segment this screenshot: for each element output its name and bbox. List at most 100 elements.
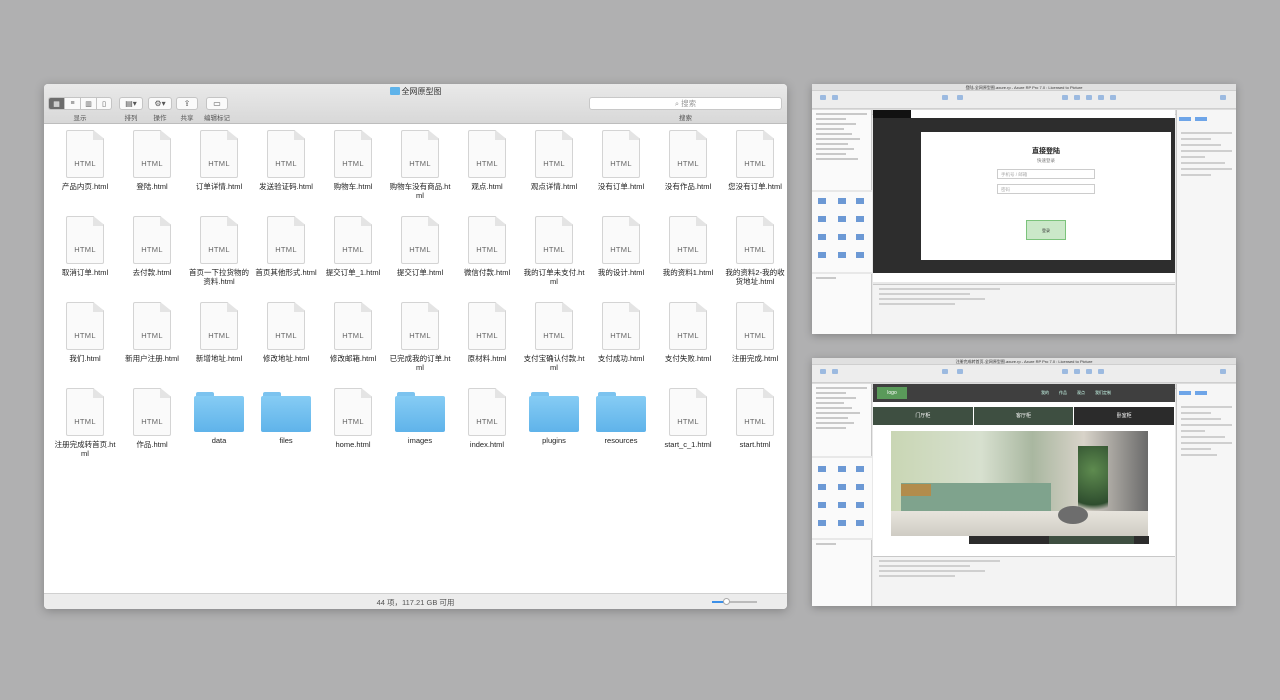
file-item[interactable]: HTML 提交订单_1.html <box>320 216 386 277</box>
file-item[interactable]: HTML 观点.html <box>454 130 520 191</box>
html-file-icon[interactable]: HTML <box>468 216 506 264</box>
file-item[interactable]: HTML 去付款.html <box>119 216 185 277</box>
file-item[interactable]: HTML 我的资料2-我的收货地址.html <box>722 216 787 286</box>
html-file-icon[interactable]: HTML <box>602 130 640 178</box>
file-item[interactable]: HTML 购物车没有商品.html <box>387 130 453 200</box>
file-item[interactable]: HTML home.html <box>320 388 386 449</box>
html-file-icon[interactable]: HTML <box>267 216 305 264</box>
html-file-icon[interactable]: HTML <box>602 216 640 264</box>
html-file-icon[interactable]: HTML <box>401 302 439 350</box>
arrange-icon[interactable]: ▤▾ <box>119 97 143 110</box>
folder-icon[interactable] <box>529 392 579 432</box>
html-file-icon[interactable]: HTML <box>468 302 506 350</box>
toolbar-icon[interactable] <box>1086 95 1092 100</box>
toolbar-icon[interactable] <box>1062 369 1068 374</box>
html-file-icon[interactable]: HTML <box>535 302 573 350</box>
gear-icon[interactable]: ⚙▾ <box>148 97 172 110</box>
file-item[interactable]: HTML 新用户注册.html <box>119 302 185 363</box>
html-file-icon[interactable]: HTML <box>200 216 238 264</box>
file-item[interactable]: HTML 登陆.html <box>119 130 185 191</box>
toolbar-icon[interactable] <box>942 369 948 374</box>
toolbar-icon[interactable] <box>820 95 826 100</box>
file-item[interactable]: HTML 您没有订单.html <box>722 130 787 191</box>
tab-bedroom-cabinet[interactable]: 卧室柜 <box>1074 407 1175 425</box>
html-file-icon[interactable]: HTML <box>535 216 573 264</box>
toolbar-icon[interactable] <box>1098 95 1104 100</box>
folder-icon[interactable] <box>395 392 445 432</box>
file-item[interactable]: HTML 注册完成.html <box>722 302 787 363</box>
slider-knob[interactable] <box>722 598 730 605</box>
tag-icon[interactable]: ▭ <box>206 97 228 110</box>
file-item[interactable]: HTML 没有作品.html <box>655 130 721 191</box>
properties-panel[interactable] <box>1176 110 1236 334</box>
html-file-icon[interactable]: HTML <box>736 130 774 178</box>
file-item[interactable]: HTML 购物车.html <box>320 130 386 191</box>
file-item[interactable]: HTML 支付宝确认付款.html <box>521 302 587 372</box>
file-item[interactable]: HTML 提交订单.html <box>387 216 453 277</box>
html-file-icon[interactable]: HTML <box>535 130 573 178</box>
file-item[interactable]: HTML start.html <box>722 388 787 449</box>
html-file-icon[interactable]: HTML <box>66 216 104 264</box>
inspector-bottom-panel[interactable] <box>873 556 1175 606</box>
password-field[interactable]: 密码 <box>997 184 1095 194</box>
html-file-icon[interactable]: HTML <box>736 302 774 350</box>
file-item[interactable]: HTML 我的订单未支付.html <box>521 216 587 286</box>
inspector-bottom-panel[interactable] <box>873 284 1175 334</box>
html-file-icon[interactable]: HTML <box>334 388 372 436</box>
html-file-icon[interactable]: HTML <box>66 302 104 350</box>
toolbar-icon[interactable] <box>957 369 963 374</box>
nav-link[interactable]: 我们定制 <box>1095 390 1111 396</box>
file-item[interactable]: HTML 订单详情.html <box>186 130 252 191</box>
search-field[interactable]: ⌕ 搜索 搜索 <box>589 97 782 122</box>
folder-item[interactable]: images <box>387 388 453 445</box>
html-file-icon[interactable]: HTML <box>334 302 372 350</box>
properties-panel[interactable] <box>1176 384 1236 606</box>
file-item[interactable]: HTML 注册完成转首页.html <box>52 388 118 458</box>
html-file-icon[interactable]: HTML <box>66 130 104 178</box>
arrange-button[interactable]: ▤▾ 排列 <box>119 97 143 122</box>
widget-library-panel[interactable] <box>812 458 872 538</box>
html-file-icon[interactable]: HTML <box>401 130 439 178</box>
html-file-icon[interactable]: HTML <box>133 388 171 436</box>
folder-icon[interactable] <box>261 392 311 432</box>
folder-item[interactable]: data <box>186 388 252 445</box>
phone-field[interactable]: 手机号 / 邮箱 <box>997 169 1095 179</box>
masters-panel[interactable] <box>812 540 872 606</box>
toolbar-icon[interactable] <box>1110 95 1116 100</box>
html-file-icon[interactable]: HTML <box>602 302 640 350</box>
toolbar-icon[interactable] <box>1074 369 1080 374</box>
file-item[interactable]: HTML index.html <box>454 388 520 449</box>
file-item[interactable]: HTML 首页一下拉货物的资料.html <box>186 216 252 286</box>
html-file-icon[interactable]: HTML <box>267 302 305 350</box>
file-item[interactable]: HTML 支付成功.html <box>588 302 654 363</box>
toolbar-icon[interactable] <box>1098 369 1104 374</box>
file-item[interactable]: HTML 取消订单.html <box>52 216 118 277</box>
folder-item[interactable]: resources <box>588 388 654 445</box>
toolbar-icon[interactable] <box>1220 95 1226 100</box>
file-item[interactable]: HTML 我们.html <box>52 302 118 363</box>
file-item[interactable]: HTML 首页其他形式.html <box>253 216 319 277</box>
toolbar-icon[interactable] <box>1220 369 1226 374</box>
design-canvas[interactable]: 直接登陆 快速登录 手机号 / 邮箱 密码 登录 <box>873 110 1175 282</box>
tab-living-cabinet[interactable]: 客厅柜 <box>973 407 1074 425</box>
html-file-icon[interactable]: HTML <box>468 388 506 436</box>
toolbar-icon[interactable] <box>1062 95 1068 100</box>
html-file-icon[interactable]: HTML <box>200 302 238 350</box>
toolbar-icon[interactable] <box>1086 369 1092 374</box>
html-file-icon[interactable]: HTML <box>334 216 372 264</box>
icon-view-icon[interactable]: ▦ <box>48 97 64 110</box>
file-item[interactable]: HTML start_c_1.html <box>655 388 721 449</box>
html-file-icon[interactable]: HTML <box>669 130 707 178</box>
file-item[interactable]: HTML 观点详情.html <box>521 130 587 191</box>
widget-library-panel[interactable] <box>812 192 872 272</box>
toolbar-icon[interactable] <box>832 95 838 100</box>
html-file-icon[interactable]: HTML <box>468 130 506 178</box>
toolbar-icon[interactable] <box>820 369 826 374</box>
icon-size-slider[interactable] <box>712 598 757 605</box>
login-button[interactable]: 登录 <box>1026 220 1066 240</box>
share-icon[interactable]: ⇪ <box>176 97 198 110</box>
html-file-icon[interactable]: HTML <box>669 388 707 436</box>
html-file-icon[interactable]: HTML <box>401 216 439 264</box>
file-item[interactable]: HTML 我的设计.html <box>588 216 654 277</box>
html-file-icon[interactable]: HTML <box>133 130 171 178</box>
